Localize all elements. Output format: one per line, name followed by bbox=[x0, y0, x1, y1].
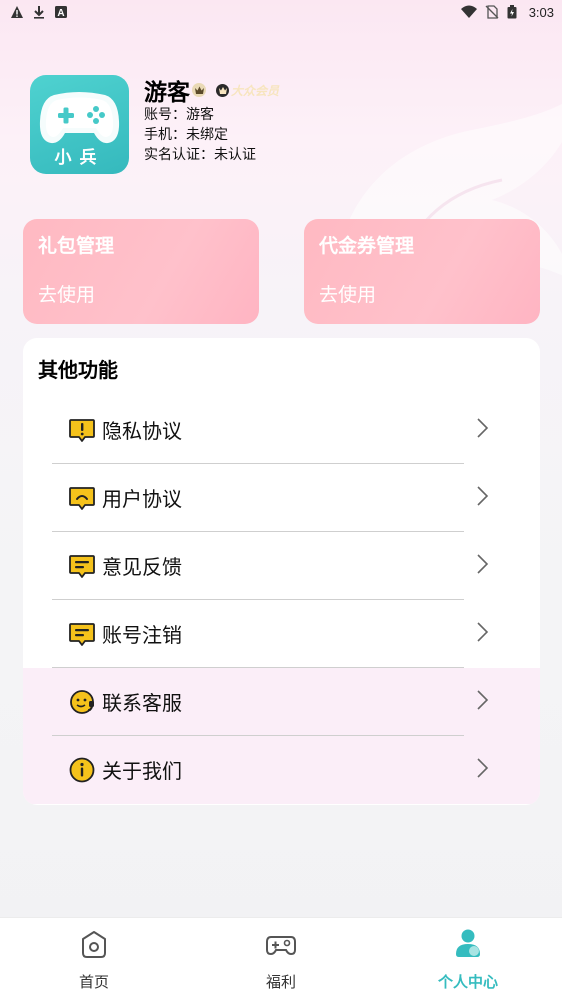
menu-item-account-cancel[interactable]: 账号注销 bbox=[23, 600, 540, 668]
other-functions-panel: 其他功能 隐私协议 用户协议 意见反馈 账号注销 联系客服 关于我们 bbox=[23, 338, 540, 805]
voucher-management-card[interactable]: 代金券管理 去使用 bbox=[304, 219, 540, 324]
phone-text: 手机：未绑定 bbox=[144, 127, 228, 143]
app-logo: 小兵 bbox=[30, 75, 129, 174]
function-menu: 隐私协议 用户协议 意见反馈 账号注销 联系客服 关于我们 bbox=[23, 396, 540, 804]
menu-item-privacy[interactable]: 隐私协议 bbox=[23, 396, 540, 464]
chevron-right-icon bbox=[477, 486, 489, 506]
nav-personal-center-label: 个人中心 bbox=[437, 973, 498, 991]
person-icon bbox=[456, 929, 480, 957]
realname-text: 实名认证：未认证 bbox=[144, 147, 256, 163]
nav-welfare[interactable]: 福利 bbox=[221, 918, 341, 1000]
home-icon bbox=[82, 931, 106, 958]
menu-label-customer-service: 联系客服 bbox=[102, 691, 182, 715]
nav-home-label: 首页 bbox=[78, 973, 109, 991]
other-functions-title: 其他功能 bbox=[38, 358, 118, 382]
battery-icon bbox=[507, 5, 517, 19]
nav-welfare-label: 福利 bbox=[265, 973, 296, 991]
chevron-right-icon bbox=[477, 418, 489, 438]
menu-item-feedback[interactable]: 意见反馈 bbox=[23, 532, 540, 600]
wifi-icon bbox=[460, 5, 477, 18]
customer-service-icon bbox=[70, 690, 94, 714]
chevron-right-icon bbox=[477, 690, 489, 710]
chevron-right-icon bbox=[477, 758, 489, 778]
menu-item-user-agreement[interactable]: 用户协议 bbox=[23, 464, 540, 532]
member-badge-icon bbox=[216, 83, 229, 97]
privacy-icon bbox=[69, 419, 95, 442]
logo-text: 小兵 bbox=[54, 148, 105, 168]
menu-label-user-agreement: 用户协议 bbox=[102, 487, 182, 511]
menu-item-about-us[interactable]: 关于我们 bbox=[23, 736, 540, 804]
a-badge-icon: A bbox=[55, 6, 67, 19]
crown-icon bbox=[192, 83, 206, 97]
voucher-card-action[interactable]: 去使用 bbox=[319, 280, 525, 307]
menu-label-account-cancel: 账号注销 bbox=[102, 623, 182, 647]
chevron-right-icon bbox=[477, 554, 489, 574]
svg-text:A: A bbox=[57, 8, 64, 19]
feedback-icon bbox=[69, 555, 95, 578]
status-bar: A 3:03 bbox=[0, 0, 562, 24]
username: 游客 bbox=[144, 80, 190, 106]
menu-label-feedback: 意见反馈 bbox=[102, 555, 182, 579]
download-icon bbox=[34, 6, 44, 19]
gift-card-action[interactable]: 去使用 bbox=[38, 280, 244, 307]
gamepad-icon bbox=[266, 936, 296, 956]
nav-home[interactable]: 首页 bbox=[34, 918, 154, 1000]
menu-label-about-us: 关于我们 bbox=[102, 759, 182, 783]
account-cancel-icon bbox=[69, 623, 95, 646]
user-agreement-icon bbox=[69, 487, 95, 510]
menu-item-customer-service[interactable]: 联系客服 bbox=[23, 668, 540, 736]
gift-card-title: 礼包管理 bbox=[38, 235, 115, 257]
voucher-card-title: 代金券管理 bbox=[319, 235, 415, 257]
account-text: 账号：游客 bbox=[144, 107, 214, 123]
member-level-label: 大众会员 bbox=[231, 83, 280, 98]
chevron-right-icon bbox=[477, 622, 489, 642]
gift-management-card[interactable]: 礼包管理 去使用 bbox=[23, 219, 259, 324]
profile-section: 小兵 游客 大众会员 账号：游客 手机：未绑定 实名认证：未认证 bbox=[30, 75, 279, 174]
status-time: 3:03 bbox=[528, 4, 554, 20]
profile-info: 游客 大众会员 账号：游客 手机：未绑定 实名认证：未认证 bbox=[144, 75, 279, 174]
nav-personal-center[interactable]: 个人中心 bbox=[408, 918, 528, 1000]
warning-icon bbox=[11, 6, 23, 18]
menu-label-privacy: 隐私协议 bbox=[102, 419, 182, 443]
info-icon bbox=[69, 757, 95, 783]
bottom-nav: 首页 福利 个人中心 bbox=[0, 917, 562, 1000]
gamepad-logo-icon bbox=[39, 92, 120, 144]
no-sim-icon bbox=[485, 5, 499, 19]
